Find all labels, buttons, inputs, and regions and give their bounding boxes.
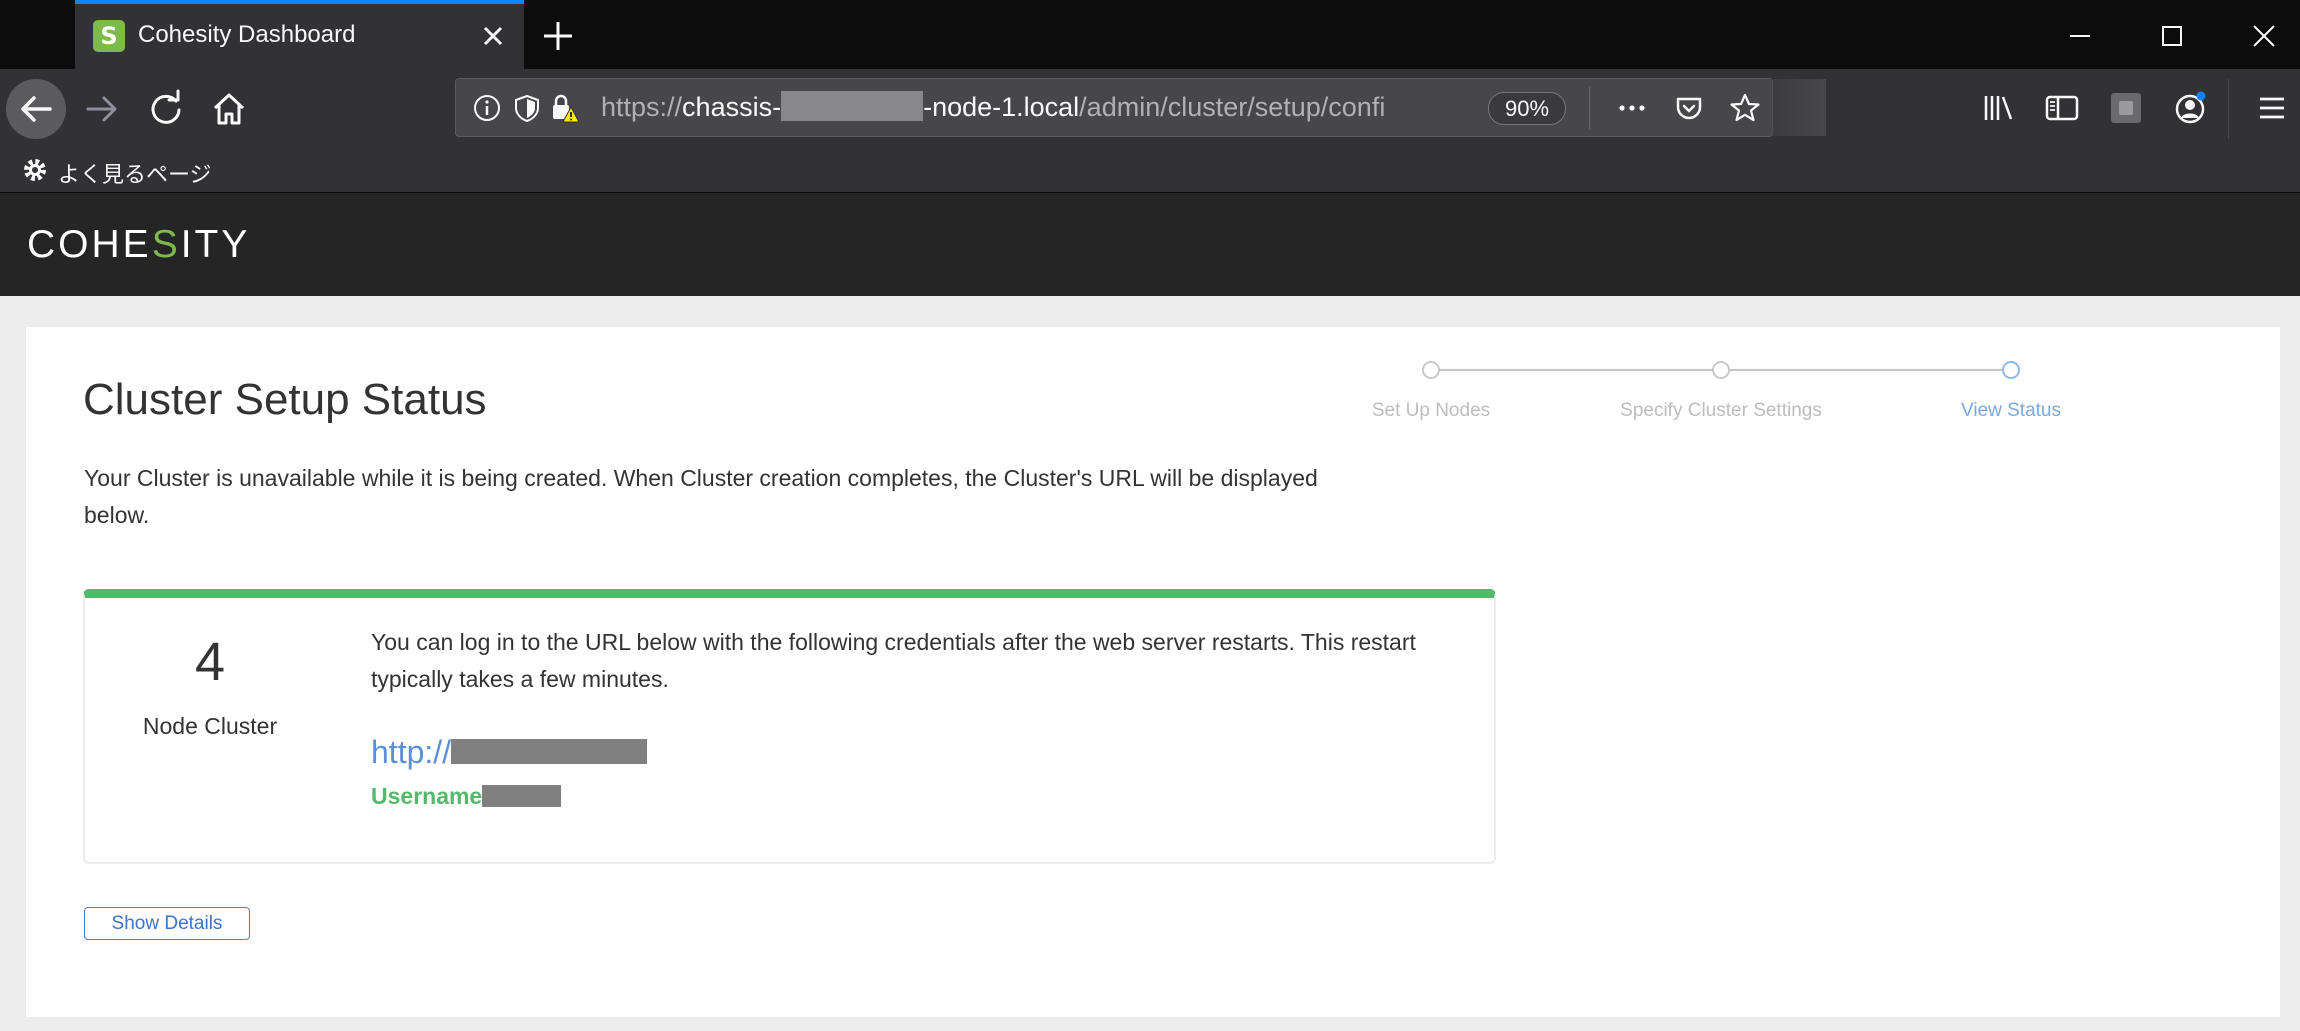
zoom-level-badge[interactable]: 90%: [1488, 92, 1566, 125]
node-cluster-label: Node Cluster: [142, 713, 278, 739]
show-details-button[interactable]: Show Details: [84, 907, 250, 940]
home-icon[interactable]: [199, 79, 259, 139]
cluster-url-link[interactable]: http://: [371, 734, 648, 771]
cluster-setup-card: Cluster Setup Status Your Cluster is una…: [26, 327, 2280, 1017]
back-arrow-icon[interactable]: [6, 79, 66, 139]
tracking-protection-shield-icon[interactable]: [511, 92, 543, 124]
cohesity-favicon-icon: S: [93, 20, 125, 52]
bookmark-star-icon[interactable]: [1729, 92, 1761, 124]
step-2-dot: [1712, 361, 1730, 379]
extension-icon[interactable]: [2106, 88, 2146, 128]
url-bar-divider: [1589, 87, 1590, 129]
minimize-window-icon[interactable]: [2058, 14, 2102, 58]
url-scheme: https://: [601, 92, 683, 122]
intro-text: Your Cluster is unavailable while it is …: [84, 465, 1318, 528]
navigation-toolbar: https://chassis- -node-1.local/admin/clus…: [0, 69, 2300, 151]
info-icon[interactable]: [471, 92, 503, 124]
close-tab-icon[interactable]: [475, 18, 511, 54]
node-count: 4: [194, 632, 226, 692]
cohesity-logo[interactable]: COHESITY: [27, 223, 250, 267]
bookmarks-toolbar: よく見るページ: [0, 151, 2300, 193]
login-instructions: You can log in to the URL below with the…: [371, 629, 1416, 692]
tab-bar: S Cohesity Dashboard: [0, 0, 2300, 69]
username-row: Username: [371, 783, 562, 810]
logo-text-end: ITY: [180, 223, 251, 266]
tab-title: Cohesity Dashboard: [138, 21, 356, 48]
insecure-lock-warning-icon[interactable]: [548, 92, 580, 124]
close-window-icon[interactable]: [2242, 14, 2286, 58]
step-label-specify-cluster-settings: Specify Cluster Settings: [1620, 400, 1822, 421]
setup-stepper: Set Up Nodes Specify Cluster Settings Vi…: [1372, 359, 2162, 429]
reload-icon[interactable]: [136, 79, 196, 139]
pocket-icon[interactable]: [1673, 92, 1705, 124]
hamburger-menu-icon[interactable]: [2252, 88, 2292, 128]
page-title: Cluster Setup Status: [83, 375, 487, 424]
redacted-url-segment: [781, 91, 924, 121]
url-path: /admin/cluster/setup/confi: [1079, 92, 1386, 122]
step-1-dot: [1422, 361, 1440, 379]
maximize-window-icon[interactable]: [2150, 14, 2194, 58]
cluster-url-prefix: http://: [371, 734, 452, 770]
cluster-status-panel: 4 Node Cluster You can log in to the URL…: [83, 589, 1496, 864]
app-header: COHESITY: [0, 193, 2300, 296]
sidebar-toggle-icon[interactable]: [2042, 88, 2082, 128]
step-3-dot: [2002, 361, 2020, 379]
account-avatar-icon[interactable]: [2170, 88, 2210, 128]
tab-cohesity-dashboard[interactable]: S Cohesity Dashboard: [75, 0, 524, 69]
new-tab-plus-icon[interactable]: [536, 14, 580, 58]
logo-text-start: COHE: [27, 223, 152, 266]
step-label-view-status: View Status: [1961, 400, 2061, 421]
library-icon[interactable]: [1978, 88, 2018, 128]
redacted-username: [482, 785, 562, 807]
url-host-start: chassis-: [682, 92, 782, 122]
url-host-end: -node-1.local: [923, 92, 1080, 122]
stepper-line: [1721, 369, 2011, 371]
step-label-set-up-nodes: Set Up Nodes: [1371, 400, 1491, 421]
url-text[interactable]: https://chassis- -node-1.local/admin/clus…: [601, 91, 1385, 123]
toolbar-divider: [2228, 79, 2229, 139]
page-actions-more-icon[interactable]: [1616, 92, 1648, 124]
logo-text-s: S: [151, 223, 181, 266]
bookmark-most-visited[interactable]: よく見るページ: [58, 157, 212, 189]
gear-icon: [24, 159, 46, 181]
forward-arrow-icon[interactable]: [72, 79, 132, 139]
url-bar[interactable]: https://chassis- -node-1.local/admin/clus…: [455, 78, 1826, 137]
stepper-line: [1431, 369, 1721, 371]
redacted-cluster-host: [451, 739, 648, 764]
username-label: Username: [371, 783, 483, 809]
